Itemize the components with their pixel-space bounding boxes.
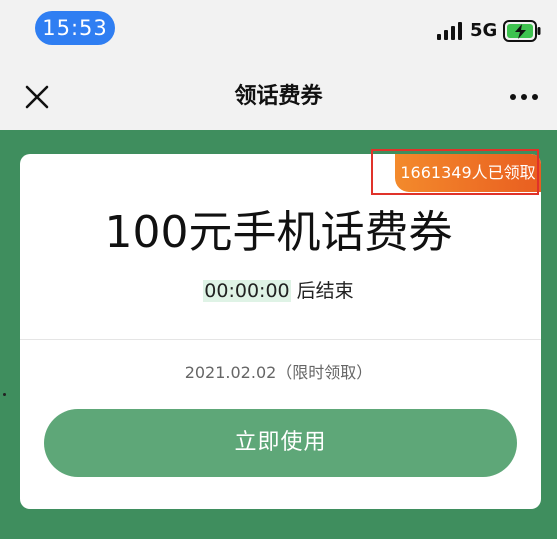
network-type-label: 5G bbox=[470, 20, 498, 41]
countdown-row: 00:00:00 后结束 bbox=[0, 277, 557, 305]
coupon-title: 100元手机话费券 bbox=[104, 207, 453, 258]
cellular-signal-icon bbox=[437, 22, 462, 40]
app-screen: 15:53 5G 领话费券 1661349人已领取 100元手机话费券 00:0… bbox=[0, 0, 557, 539]
battery-charging-icon bbox=[503, 20, 541, 42]
navigation-bar: 领话费券 bbox=[0, 64, 557, 130]
status-time: 15:53 bbox=[35, 11, 115, 45]
claim-date-note: 2021.02.02（限时领取） bbox=[184, 363, 373, 382]
status-bar: 15:53 5G bbox=[0, 0, 557, 64]
badge-highlight-frame bbox=[371, 149, 539, 195]
page-title: 领话费券 bbox=[234, 84, 323, 109]
card-divider bbox=[20, 339, 541, 340]
countdown-timer: 00:00:00 bbox=[203, 280, 291, 302]
decorative-dot bbox=[3, 393, 6, 396]
more-dots-icon[interactable] bbox=[505, 86, 543, 108]
countdown-suffix: 后结束 bbox=[290, 280, 354, 302]
use-now-button[interactable]: 立即使用 bbox=[44, 409, 517, 477]
close-icon[interactable] bbox=[22, 82, 52, 112]
